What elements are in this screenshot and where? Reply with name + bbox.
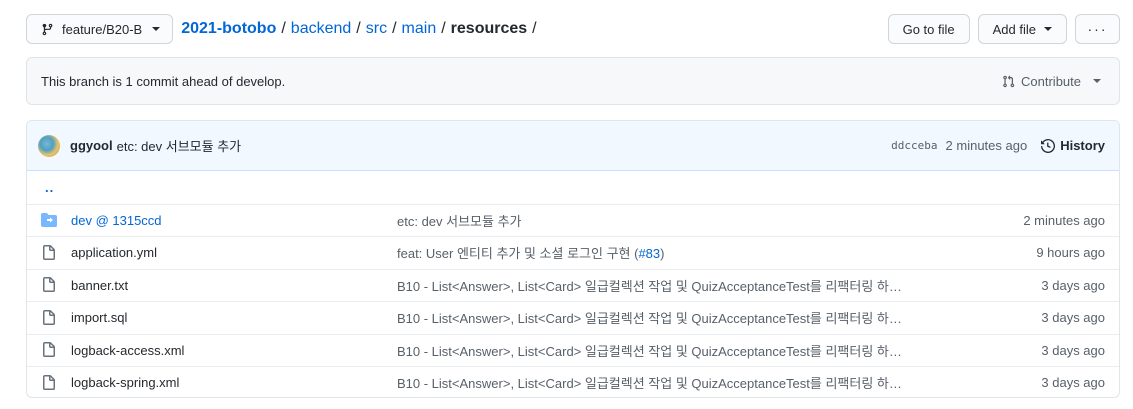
kebab-horizontal-icon: ··· [1087, 21, 1108, 37]
commit-author-link[interactable]: ggyool [70, 138, 113, 153]
file-commit-message[interactable]: B10 - List<Answer>, List<Card> 일급컬렉션 작업 … [397, 341, 909, 360]
file-commit-message[interactable]: B10 - List<Answer>, List<Card> 일급컬렉션 작업 … [397, 373, 909, 392]
more-options-button[interactable]: ··· [1075, 14, 1120, 44]
go-to-file-label: Go to file [902, 21, 955, 37]
go-to-file-button[interactable]: Go to file [887, 14, 970, 44]
latest-commit-bar: ggyool etc: dev 서브모듈 추가 ddcceba 2 minute… [27, 121, 1119, 171]
file-icon [41, 309, 57, 326]
repo-navigation-bar: feature/B20-B 2021-botobo / backend / sr… [26, 14, 1120, 44]
file-name-link[interactable]: banner.txt [71, 278, 397, 293]
branch-status-text: This branch is 1 commit ahead of develop… [41, 73, 286, 89]
parent-directory-link[interactable]: .. [41, 180, 54, 195]
file-row: banner.txt B10 - List<Answer>, List<Card… [27, 268, 1119, 302]
file-commit-age: 3 days ago [1041, 342, 1105, 358]
breadcrumb-link-src[interactable]: src [366, 20, 387, 38]
contribute-button[interactable]: Contribute [1002, 74, 1105, 89]
file-name-link[interactable]: logback-access.xml [71, 343, 397, 358]
file-name-link[interactable]: application.yml [71, 245, 397, 260]
breadcrumb-separator: / [392, 20, 397, 37]
file-row: logback-spring.xml B10 - List<Answer>, L… [27, 366, 1119, 397]
commit-message[interactable]: etc: dev 서브모듈 추가 [117, 136, 242, 155]
file-commit-age: 3 days ago [1041, 277, 1105, 293]
history-icon [1041, 138, 1056, 153]
history-label: History [1060, 138, 1105, 153]
file-name-link[interactable]: import.sql [71, 310, 397, 325]
file-icon [41, 277, 57, 293]
breadcrumb-separator: / [532, 20, 537, 37]
file-commit-message-suffix: ) [660, 246, 665, 262]
contribute-label: Contribute [1021, 73, 1081, 89]
file-actions: Go to file Add file ··· [887, 14, 1120, 44]
file-list: ggyool etc: dev 서브모듈 추가 ddcceba 2 minute… [26, 120, 1120, 398]
chevron-down-icon [1093, 79, 1101, 83]
add-file-label: Add file [992, 21, 1036, 37]
file-row: import.sql B10 - List<Answer>, List<Card… [27, 301, 1119, 334]
file-name-link[interactable]: logback-spring.xml [71, 375, 397, 390]
git-pull-request-icon [1003, 74, 1015, 87]
git-branch-icon [42, 23, 53, 35]
file-name-link[interactable]: dev @ 1315ccd [71, 213, 397, 228]
breadcrumb-current: resources [450, 20, 528, 37]
pull-request-link[interactable]: #83 [638, 246, 660, 261]
submodule-folder-icon [41, 212, 57, 228]
file-commit-message-text: feat: User 엔티티 추가 및 소셜 로그인 구현 ( [397, 246, 639, 262]
file-commit-message[interactable]: feat: User 엔티티 추가 및 소셜 로그인 구현 (#83) [397, 243, 909, 262]
file-commit-message-text: etc: dev 서브모듈 추가 [397, 213, 522, 229]
file-row: application.yml feat: User 엔티티 추가 및 소셜 로… [27, 236, 1119, 269]
breadcrumb-link-backend[interactable]: backend [291, 20, 352, 38]
file-commit-message[interactable]: etc: dev 서브모듈 추가 [397, 211, 909, 230]
commit-age: 2 minutes ago [945, 138, 1028, 153]
file-row: dev @ 1315ccd etc: dev 서브모듈 추가 2 minutes… [27, 203, 1119, 237]
branch-select-button[interactable]: feature/B20-B [26, 14, 174, 44]
history-button[interactable]: History [1041, 138, 1105, 153]
file-commit-age: 9 hours ago [1036, 245, 1105, 261]
commit-sha-link[interactable]: ddcceba [891, 139, 937, 152]
breadcrumb-repo-link[interactable]: 2021-botobo [181, 20, 276, 38]
chevron-down-icon [1044, 27, 1052, 31]
file-icon [41, 374, 57, 391]
file-commit-age: 3 days ago [1041, 310, 1105, 326]
chevron-down-icon [152, 27, 161, 31]
branch-status-box: This branch is 1 commit ahead of develop… [26, 57, 1120, 105]
file-commit-message[interactable]: B10 - List<Answer>, List<Card> 일급컬렉션 작업 … [397, 276, 909, 295]
commit-meta: ddcceba 2 minutes ago History [891, 138, 1105, 153]
breadcrumb-separator: / [281, 20, 286, 37]
file-commit-message[interactable]: B10 - List<Answer>, List<Card> 일급컬렉션 작업 … [397, 308, 909, 327]
add-file-button[interactable]: Add file [977, 14, 1067, 44]
file-commit-age: 2 minutes ago [1023, 212, 1105, 228]
breadcrumb-link-main[interactable]: main [402, 20, 437, 38]
parent-directory-row: .. [27, 171, 1119, 204]
breadcrumb-separator: / [356, 20, 361, 37]
file-row: logback-access.xml B10 - List<Answer>, L… [27, 333, 1119, 367]
file-icon [41, 342, 57, 358]
breadcrumb: 2021-botobo / backend / src / main / res… [181, 20, 541, 38]
breadcrumb-separator: / [441, 20, 446, 37]
branch-name: feature/B20-B [62, 21, 143, 37]
file-commit-age: 3 days ago [1041, 375, 1105, 391]
avatar[interactable] [38, 134, 60, 157]
file-icon [41, 244, 57, 261]
